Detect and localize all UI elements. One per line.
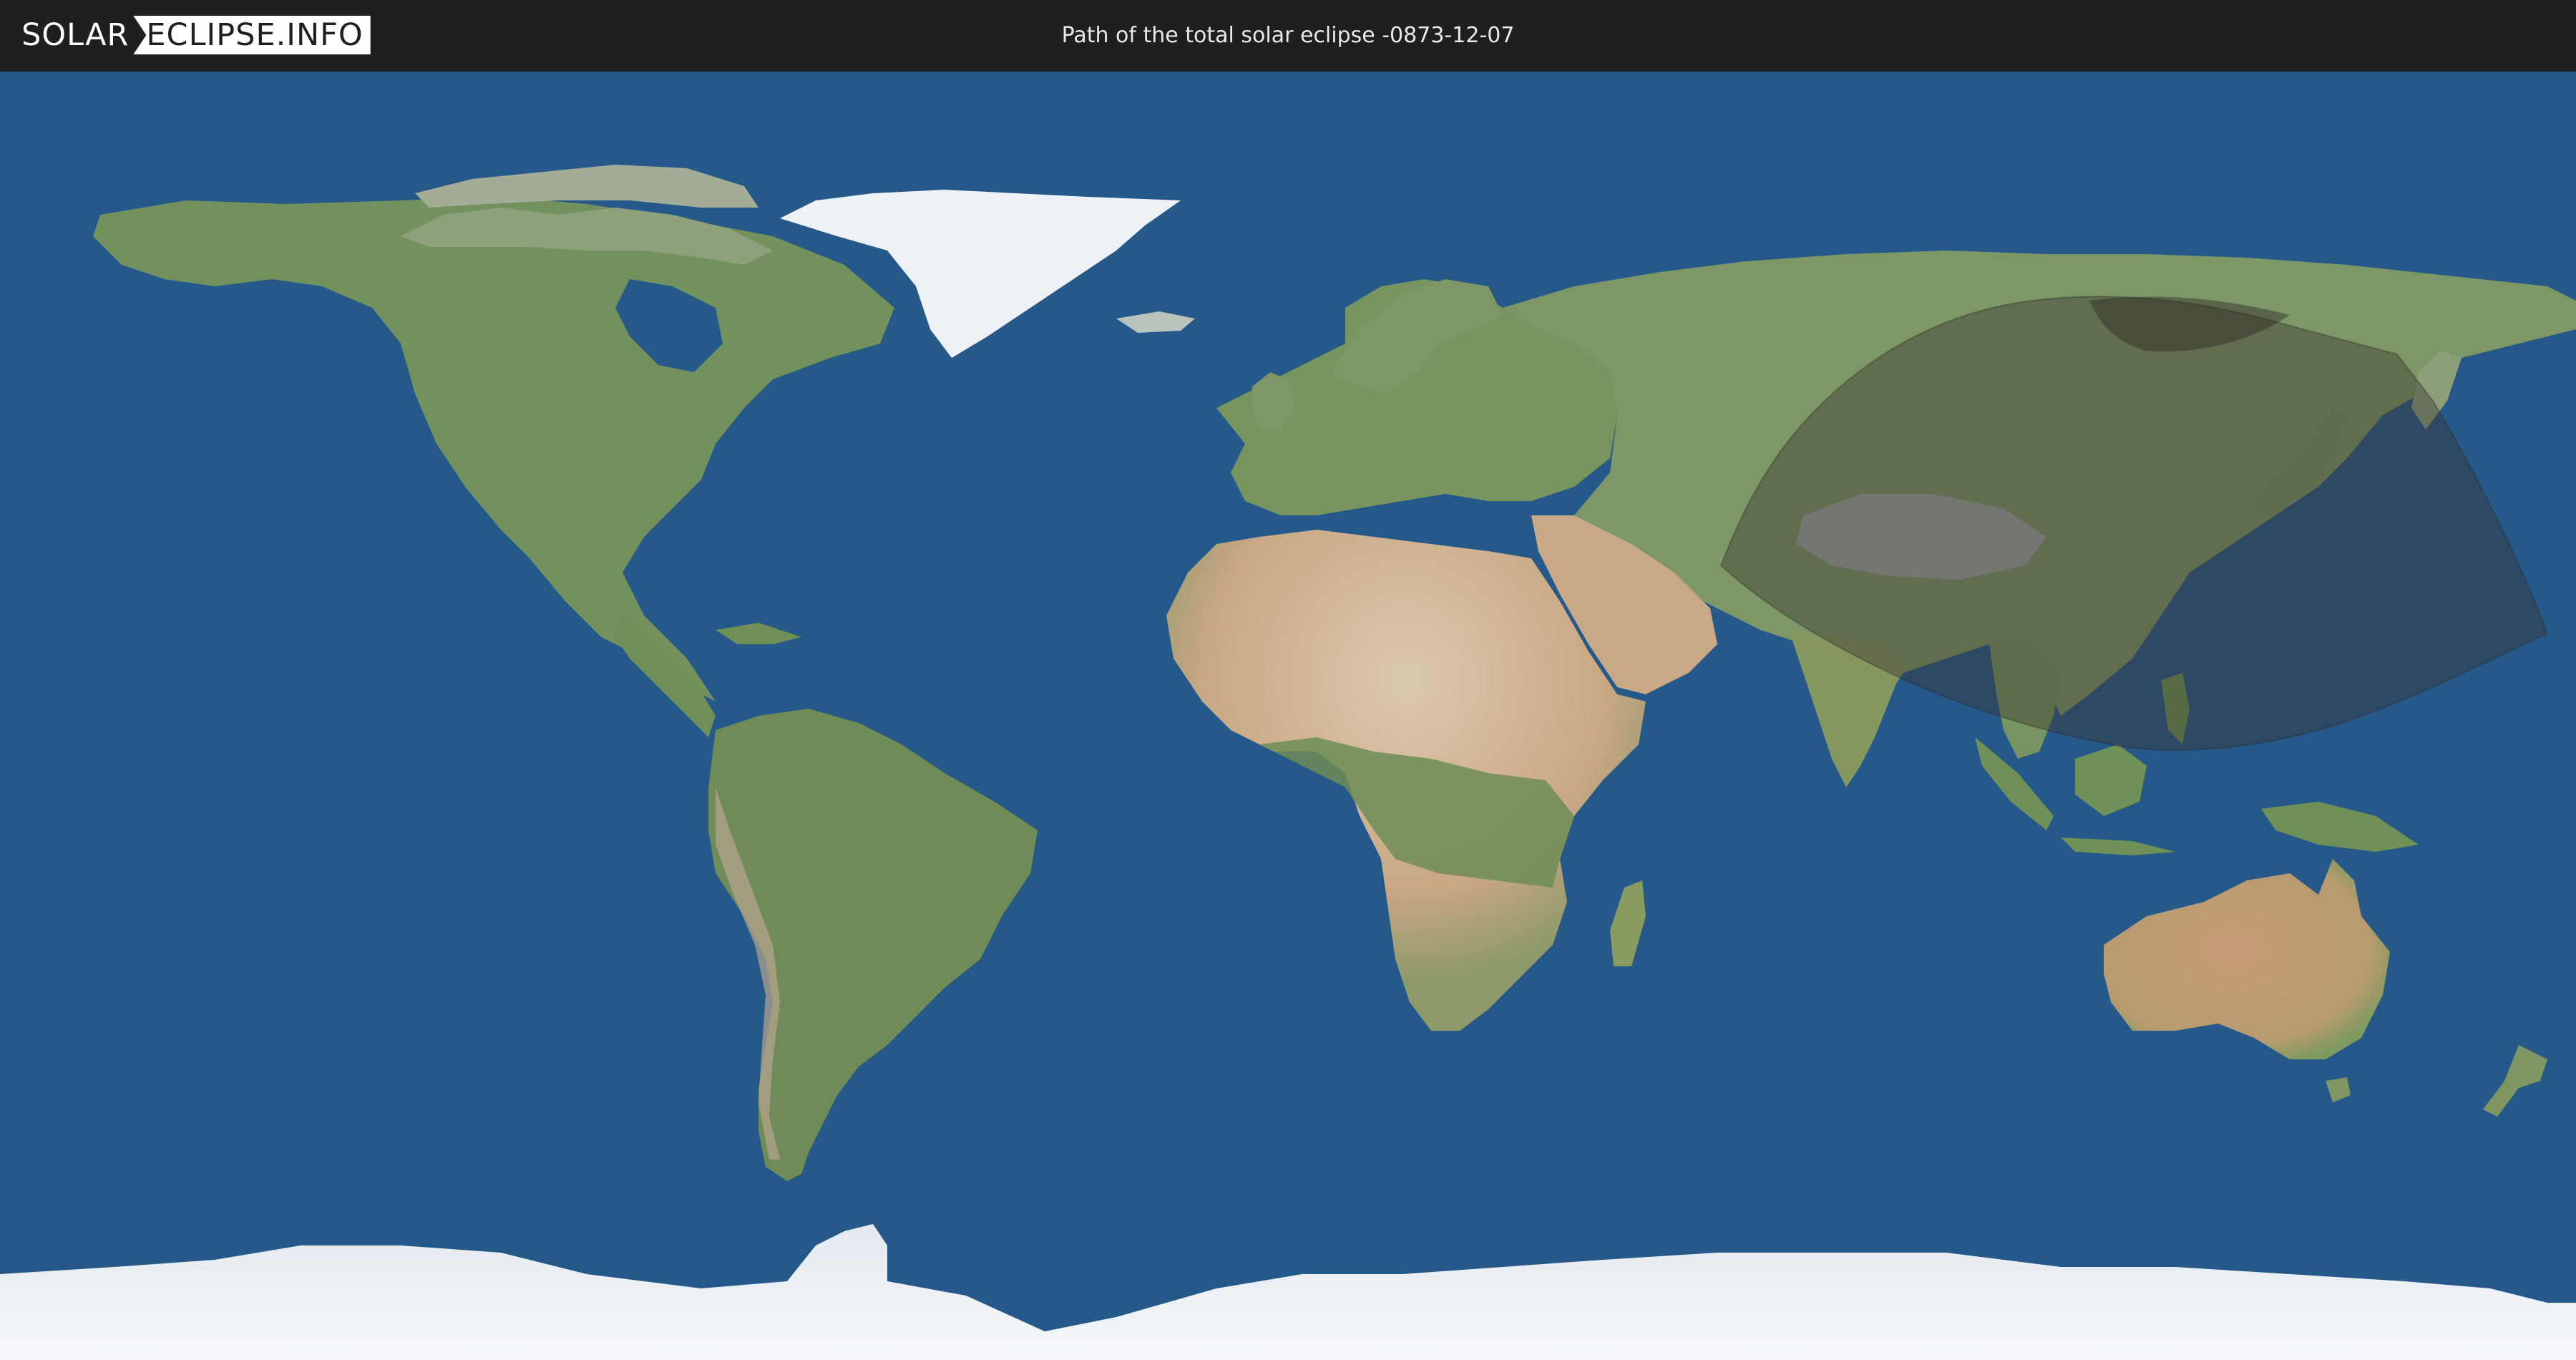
world-map (0, 72, 2576, 1360)
page-title: Path of the total solar eclipse -0873-12… (1061, 23, 1515, 48)
top-bar: SOLAR ECLIPSE.INFO Path of the total sol… (0, 0, 2576, 72)
world-map-svg (0, 72, 2576, 1360)
